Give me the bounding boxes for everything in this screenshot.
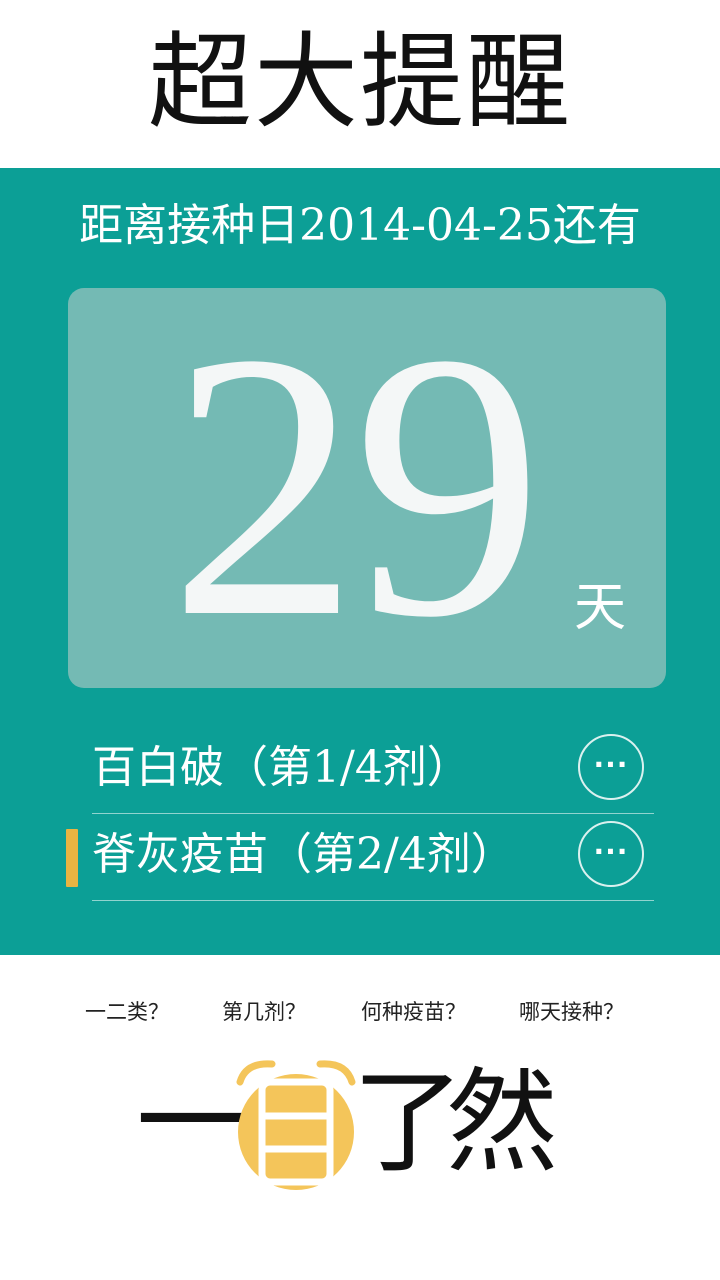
countdown-date-line: 距离接种日2014-04-25还有 xyxy=(79,200,641,251)
question-item: 何种疫苗？ xyxy=(361,1000,466,1024)
question-item: 第几剂？ xyxy=(222,1000,306,1024)
vaccine-label: 脊灰疫苗（第2/4剂） xyxy=(92,829,515,880)
selected-marker xyxy=(66,829,78,887)
more-button[interactable]: ··· xyxy=(578,734,644,800)
countdown-unit: 天 xyxy=(574,578,627,638)
question-item: 一二类？ xyxy=(85,1000,169,1024)
question-list: 一二类？ 第几剂？ 何种疫苗？ 哪天接种？ xyxy=(0,994,720,1034)
reminder-panel: 距离接种日2014-04-25还有 29 天 百白破（第1/4剂） ··· 脊灰… xyxy=(0,168,720,955)
app-header: 超大提醒 xyxy=(0,0,720,168)
more-button[interactable]: ··· xyxy=(578,821,644,887)
page-title: 超大提醒 xyxy=(147,21,572,143)
slogan: 一 了 然 xyxy=(0,1040,720,1200)
calendar-eye-icon xyxy=(236,1060,356,1190)
vaccine-label: 百白破（第1/4剂） xyxy=(92,742,471,793)
countdown-card: 29 天 xyxy=(68,288,666,688)
slogan-char: 然 xyxy=(446,1058,558,1188)
countdown-days: 29 xyxy=(169,275,543,696)
vaccine-row-selected[interactable]: 脊灰疫苗（第2/4剂） ··· xyxy=(0,815,720,901)
vaccine-row[interactable]: 百白破（第1/4剂） ··· xyxy=(0,728,720,814)
row-divider xyxy=(92,900,654,901)
question-item: 哪天接种？ xyxy=(519,1000,624,1024)
row-divider xyxy=(92,813,654,814)
